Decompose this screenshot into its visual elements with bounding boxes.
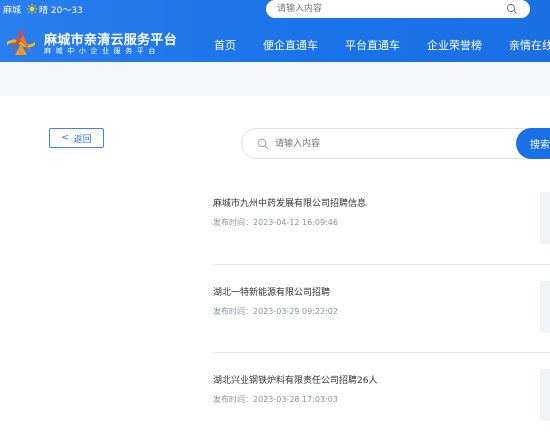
back-label: 返回 [73, 134, 92, 145]
date-value: 2023-03-28 17:03:03 [253, 395, 338, 404]
main-search-input[interactable] [275, 129, 495, 158]
nav-online[interactable]: 亲情在线 [509, 37, 550, 53]
search-button-label: 搜索 [530, 140, 550, 151]
news-thumbnail[interactable] [540, 192, 550, 244]
main-search-box [241, 128, 550, 159]
search-icon[interactable] [506, 3, 518, 15]
city-label: 麻城 [3, 6, 22, 16]
header-search-input[interactable] [277, 0, 477, 18]
chevron-left-icon: < [61, 133, 69, 143]
news-date: 发布时间：2023-03-29 09:22:02 [213, 306, 338, 317]
top-strip: 麻城 晴 20～33 [0, 0, 550, 18]
back-button[interactable]: < 返回 [49, 128, 104, 148]
header-search-box [266, 0, 530, 18]
date-value: 2023-04-12 16:09:46 [253, 218, 338, 227]
search-button[interactable]: 搜索 [516, 128, 550, 159]
nav-platform-express[interactable]: 平台直通车 [345, 37, 400, 53]
date-value: 2023-03-29 09:22:02 [253, 307, 338, 316]
logo-icon[interactable] [4, 28, 38, 58]
weather-text: 晴 20～33 [39, 6, 83, 16]
news-item[interactable]: 湖北兴业钢铁炉料有限责任公司招聘26人 发布时间：2023-03-28 17:0… [213, 353, 550, 439]
news-thumbnail[interactable] [540, 281, 550, 333]
nav-honor-list[interactable]: 企业荣誉榜 [427, 37, 482, 53]
search-icon [257, 138, 269, 150]
news-date: 发布时间：2023-04-12 16:09:46 [213, 217, 338, 228]
news-title[interactable]: 湖北一特新能源有限公司招聘 [213, 285, 330, 298]
site-header: 麻城 晴 20～33 麻城市亲清云服务平台 麻城中小企业服务平台 [0, 0, 550, 62]
date-prefix: 发布时间： [213, 307, 253, 316]
sun-icon [27, 4, 37, 14]
site-subtitle: 麻城中小企业服务平台 [44, 47, 160, 55]
news-title[interactable]: 麻城市九州中药发展有限公司招聘信息 [213, 196, 366, 209]
news-title[interactable]: 湖北兴业钢铁炉料有限责任公司招聘26人 [213, 373, 377, 386]
news-item[interactable]: 湖北一特新能源有限公司招聘 发布时间：2023-03-29 09:22:02 [213, 265, 550, 351]
nav-enterprise-express[interactable]: 便企直通车 [263, 37, 318, 53]
sub-banner [0, 62, 550, 96]
news-item[interactable]: 麻城市九州中药发展有限公司招聘信息 发布时间：2023-04-12 16:09:… [213, 176, 550, 262]
date-prefix: 发布时间： [213, 395, 253, 404]
news-date: 发布时间：2023-03-28 17:03:03 [213, 394, 338, 405]
nav-home[interactable]: 首页 [214, 37, 236, 53]
news-thumbnail[interactable] [540, 369, 550, 421]
date-prefix: 发布时间： [213, 218, 253, 227]
